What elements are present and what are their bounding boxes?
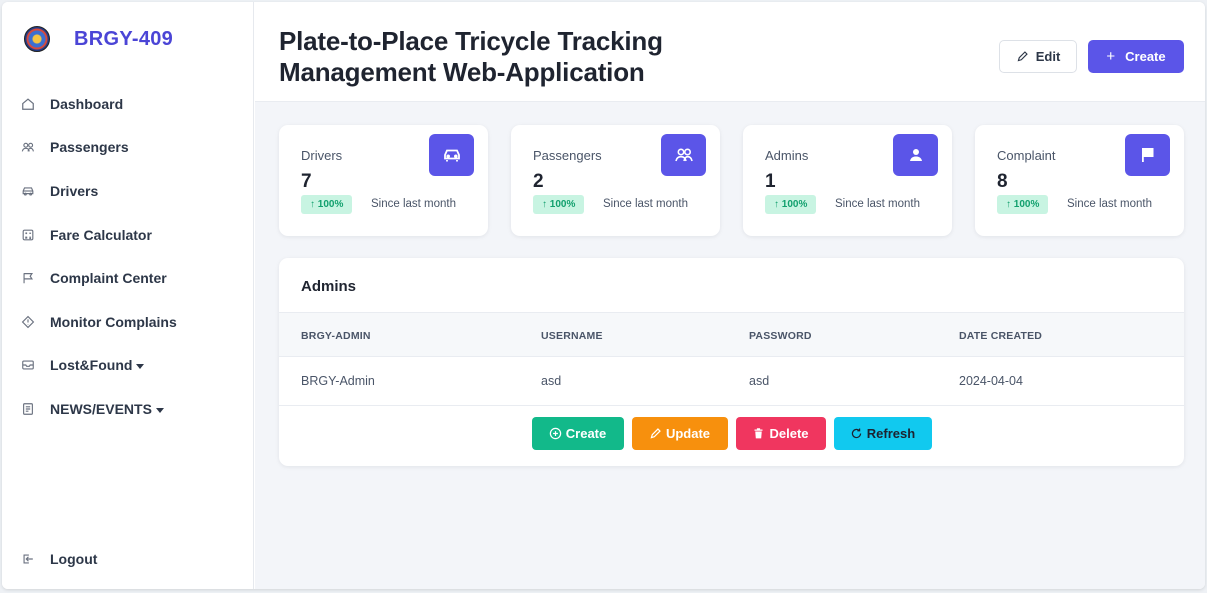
- admin-update-button[interactable]: Update: [631, 417, 728, 450]
- sidebar-item-passengers[interactable]: Passengers: [2, 126, 254, 170]
- car-icon: [20, 183, 36, 199]
- stat-card-drivers: Drivers 7 ↑ 100% Since last month: [279, 125, 488, 236]
- sidebar-item-news-events[interactable]: NEWS/EVENTS: [2, 387, 254, 431]
- calculator-icon: [20, 227, 36, 243]
- sidebar-item-drivers[interactable]: Drivers: [2, 169, 254, 213]
- cell-password: asd: [749, 374, 770, 388]
- column-header-username: USERNAME: [541, 330, 603, 342]
- caret-down-icon: [155, 407, 164, 413]
- create-button[interactable]: + Create: [1088, 40, 1184, 73]
- since-label: Since last month: [603, 198, 689, 210]
- sidebar-item-monitor-complains[interactable]: Monitor Complains: [2, 300, 254, 344]
- sidebar-nav: Dashboard Passengers Drivers Fare Calcul…: [2, 82, 254, 431]
- inbox-icon: [20, 357, 36, 373]
- sidebar-item-label: NEWS/EVENTS: [50, 401, 164, 417]
- home-icon: [20, 96, 36, 112]
- page-title: Plate-to-Place Tricycle Tracking Manageme…: [279, 26, 663, 87]
- sidebar-item-dashboard[interactable]: Dashboard: [2, 82, 254, 126]
- column-header-brgy-admin: BRGY-ADMIN: [301, 330, 371, 342]
- stat-value: 1: [765, 171, 776, 192]
- app-window: BRGY-409 Dashboard Passengers Drivers Fa…: [2, 2, 1205, 589]
- stat-value: 7: [301, 171, 312, 192]
- table-header: BRGY-ADMIN USERNAME PASSWORD DATE CREATE…: [279, 312, 1184, 357]
- plus-icon: +: [1106, 48, 1116, 65]
- flag-icon: [20, 270, 36, 286]
- stat-value: 2: [533, 171, 544, 192]
- sidebar: BRGY-409 Dashboard Passengers Drivers Fa…: [2, 2, 254, 589]
- cell-username: asd: [541, 374, 562, 388]
- diamond-alert-icon: [20, 314, 36, 330]
- users-icon: [20, 139, 36, 155]
- growth-badge: ↑ 100%: [765, 195, 817, 214]
- table-row[interactable]: BRGY-Admin asd asd 2024-04-04: [279, 357, 1184, 406]
- growth-badge: ↑ 100%: [997, 195, 1049, 214]
- barangay-seal-logo: [24, 26, 50, 52]
- brand-name: BRGY-409: [74, 27, 174, 50]
- sidebar-item-label: Complaint Center: [50, 270, 167, 287]
- since-label: Since last month: [1067, 198, 1153, 210]
- table-actions: Create Update Delete Refresh: [279, 417, 1184, 450]
- stat-value: 8: [997, 171, 1008, 192]
- growth-badge: ↑ 100%: [533, 195, 585, 214]
- plus-circle-icon: [549, 427, 561, 440]
- caret-down-icon: [136, 364, 145, 370]
- brand[interactable]: BRGY-409: [24, 26, 173, 52]
- cell-date-created: 2024-04-04: [959, 374, 1023, 388]
- flag-icon: [1125, 134, 1170, 176]
- stat-card-admins: Admins 1 ↑ 100% Since last month: [743, 125, 952, 236]
- column-header-password: PASSWORD: [749, 330, 812, 342]
- sidebar-item-label: Passengers: [50, 139, 129, 156]
- sidebar-item-lost-found[interactable]: Lost&Found: [2, 344, 254, 388]
- logout-label: Logout: [50, 550, 98, 567]
- sidebar-item-label: Lost&Found: [50, 357, 145, 373]
- pencil-icon: [1017, 51, 1028, 62]
- car-icon: [429, 134, 474, 176]
- stat-card-passengers: Passengers 2 ↑ 100% Since last month: [511, 125, 720, 236]
- sidebar-item-label: Fare Calculator: [50, 226, 152, 243]
- sidebar-item-fare-calculator[interactable]: Fare Calculator: [2, 213, 254, 257]
- sidebar-item-label: Dashboard: [50, 95, 124, 112]
- sidebar-item-label: Monitor Complains: [50, 313, 177, 330]
- stat-label: Passengers: [533, 148, 602, 163]
- panel-title: Admins: [301, 278, 357, 295]
- admin-delete-button[interactable]: Delete: [735, 417, 826, 450]
- document-icon: [20, 401, 36, 417]
- edit-button[interactable]: Edit: [999, 40, 1077, 73]
- users-icon: [661, 134, 706, 176]
- sidebar-item-complaint-center[interactable]: Complaint Center: [2, 256, 254, 300]
- stat-card-complaint: Complaint 8 ↑ 100% Since last month: [975, 125, 1184, 236]
- growth-badge: ↑ 100%: [301, 195, 353, 214]
- since-label: Since last month: [371, 198, 457, 210]
- admins-panel: Admins BRGY-ADMIN USERNAME PASSWORD DATE…: [279, 258, 1184, 466]
- stat-label: Complaint: [997, 148, 1056, 163]
- main-content: Plate-to-Place Tricycle Tracking Manageme…: [255, 2, 1205, 589]
- page-header: Plate-to-Place Tricycle Tracking Manageme…: [255, 2, 1205, 102]
- pencil-icon: [650, 428, 661, 439]
- refresh-icon: [851, 428, 861, 439]
- since-label: Since last month: [835, 198, 921, 210]
- cell-brgy-admin: BRGY-Admin: [301, 374, 375, 388]
- admin-refresh-button[interactable]: Refresh: [833, 417, 932, 450]
- admin-create-button[interactable]: Create: [531, 417, 624, 450]
- logout-button[interactable]: Logout: [2, 537, 254, 581]
- user-icon: [893, 134, 938, 176]
- sidebar-item-label: Drivers: [50, 182, 99, 199]
- stat-label: Admins: [765, 148, 809, 163]
- column-header-date-created: DATE CREATED: [959, 330, 1043, 342]
- logout-icon: [20, 551, 36, 567]
- stat-label: Drivers: [301, 148, 343, 163]
- trash-icon: [754, 428, 764, 439]
